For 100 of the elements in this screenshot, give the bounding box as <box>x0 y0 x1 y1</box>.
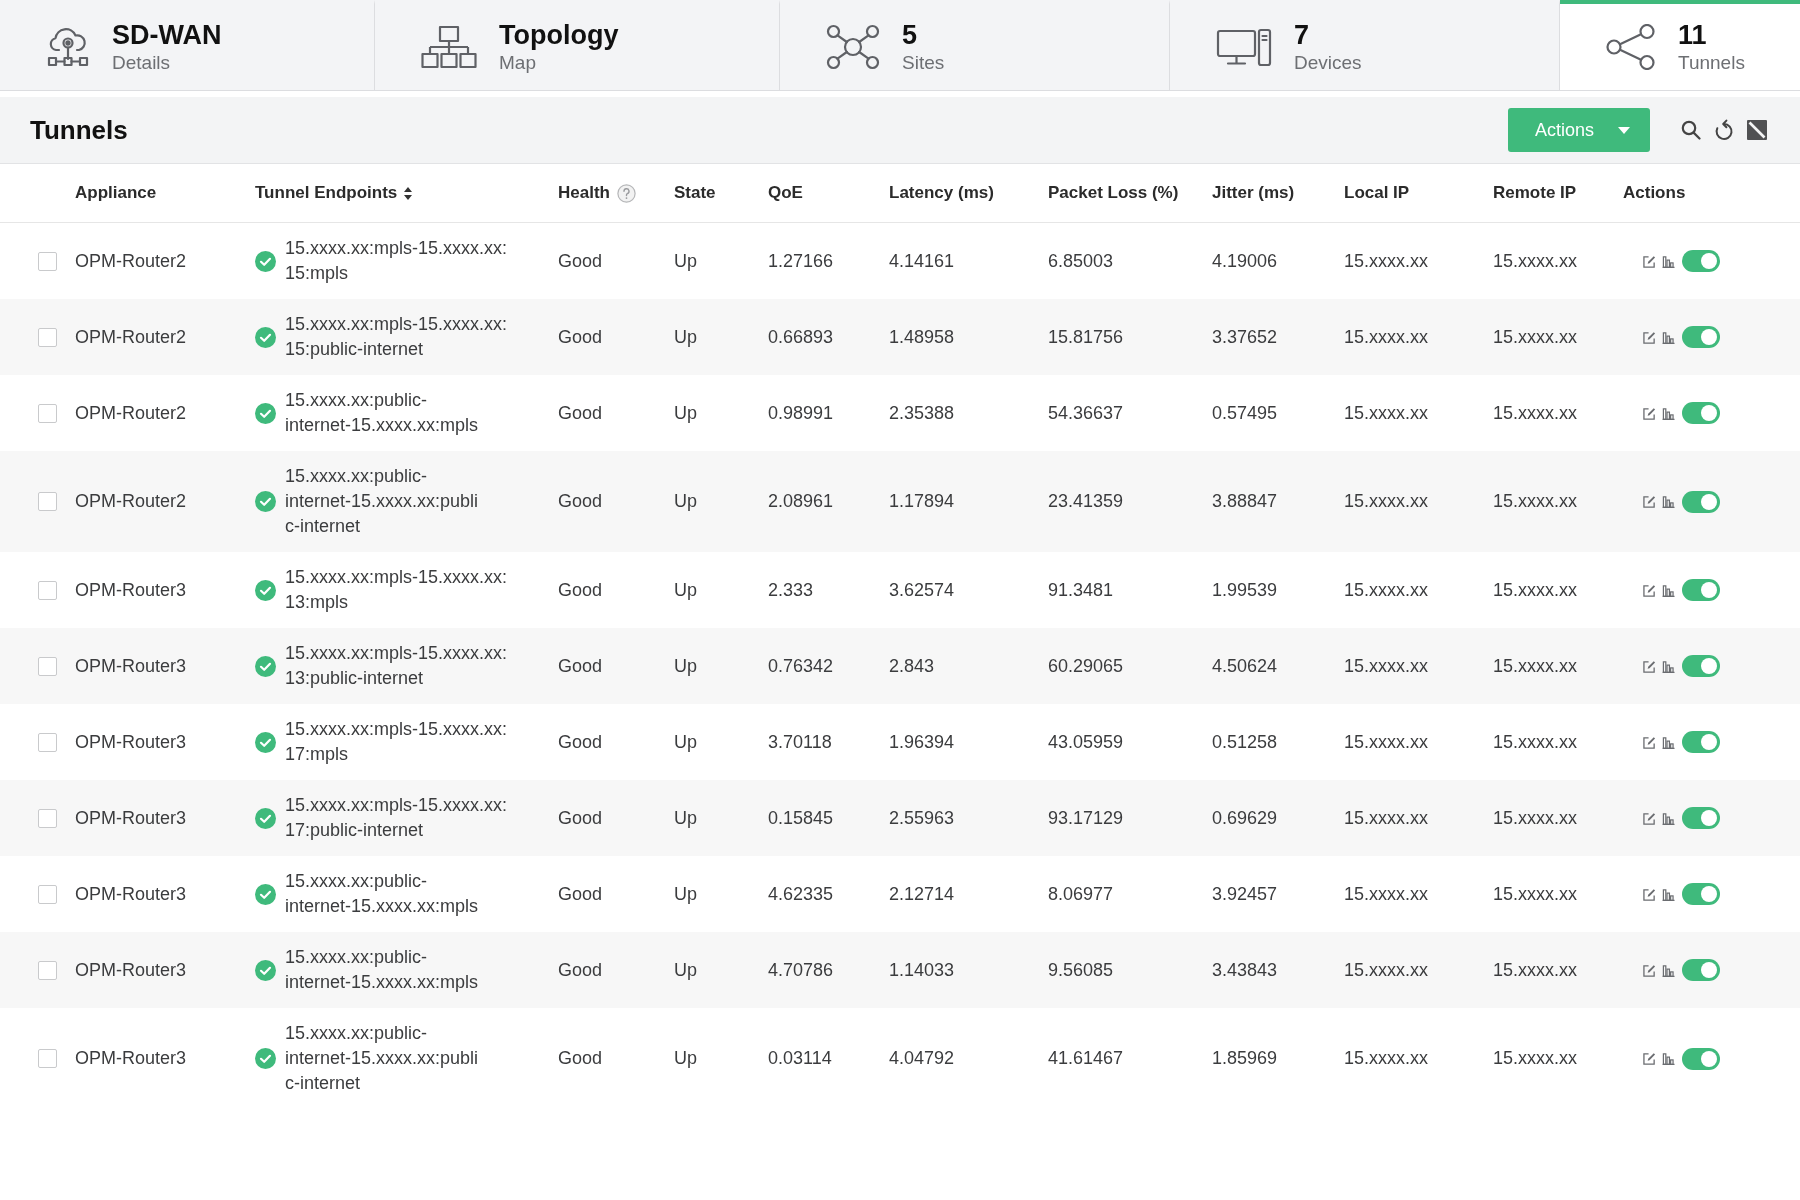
row-checkbox[interactable] <box>38 808 57 828</box>
table-cell-text: Good <box>558 882 604 906</box>
help-icon[interactable] <box>616 183 636 203</box>
bar-chart-icon[interactable] <box>1662 1052 1675 1065</box>
edit-icon[interactable] <box>1643 735 1656 749</box>
refresh-icon[interactable] <box>1714 119 1734 141</box>
computer-icon <box>1216 26 1272 68</box>
toggle-switch[interactable] <box>1682 731 1720 753</box>
edit-icon[interactable] <box>1643 963 1656 977</box>
row-checkbox[interactable] <box>38 732 57 752</box>
table-cell-text: 15.xxxx.xx:mpls-15.xxxx.xx: 17:mpls <box>285 718 508 766</box>
row-checkbox[interactable] <box>38 492 57 511</box>
table-cell-text: 2.35388 <box>889 401 956 425</box>
row-checkbox[interactable] <box>38 327 57 347</box>
table-cell-text: 0.66893 <box>768 325 835 349</box>
table-cell-text: 41.61467 <box>1048 1047 1125 1071</box>
bar-chart-icon[interactable] <box>1662 811 1675 825</box>
column-header: QoE <box>768 183 803 203</box>
toggle-switch[interactable] <box>1682 1047 1720 1070</box>
bar-chart-icon[interactable] <box>1662 735 1675 749</box>
table-cell-text: OPM-Router2 <box>75 249 188 273</box>
table-cell-text: Good <box>558 578 604 602</box>
edit-icon[interactable] <box>1643 495 1656 508</box>
row-checkbox[interactable] <box>38 960 57 980</box>
table-cell-text: 15.xxxx.xx <box>1493 958 1579 982</box>
row-checkbox[interactable] <box>38 656 57 676</box>
column-header: Packet Loss (%) <box>1048 183 1179 203</box>
edit-icon[interactable] <box>1643 811 1656 825</box>
edit-icon[interactable] <box>1643 254 1656 268</box>
column-header[interactable]: Tunnel Endpoints <box>255 183 398 203</box>
table-cell-text: 15.xxxx.xx:public- internet-15.xxxx.xx:publi c-internet <box>285 1022 479 1095</box>
row-checkbox[interactable] <box>38 251 57 271</box>
table-cell-text: 0.15845 <box>768 806 835 830</box>
table-cell-text: 2.12714 <box>889 882 956 906</box>
table-cell-text: Good <box>558 490 604 514</box>
edit-icon[interactable] <box>1643 583 1656 597</box>
toggle-switch[interactable] <box>1682 490 1720 513</box>
bar-chart-icon[interactable] <box>1662 330 1675 344</box>
table-cell-text: 15.xxxx.xx:mpls-15.xxxx.xx: 13:mpls <box>285 566 508 614</box>
square-slash-icon[interactable] <box>1747 120 1767 140</box>
table-cell-text: 15.xxxx.xx <box>1493 490 1579 514</box>
cloud-network-icon <box>46 26 90 68</box>
table-cell-text: Good <box>558 958 604 982</box>
table-cell-text: 0.76342 <box>768 654 835 678</box>
sort-icon[interactable] <box>404 186 413 200</box>
table-cell-text: 3.37652 <box>1212 325 1279 349</box>
table-cell-text: 15.xxxx.xx:public- internet-15.xxxx.xx:mpls <box>285 389 479 437</box>
toggle-switch[interactable] <box>1682 326 1720 348</box>
bar-chart-icon[interactable] <box>1662 887 1675 901</box>
row-checkbox[interactable] <box>38 403 57 423</box>
row-checkbox[interactable] <box>38 1049 57 1068</box>
table-cell-text: 4.04792 <box>889 1047 956 1071</box>
table-cell-text: 2.333 <box>768 578 815 602</box>
table-cell-text: 91.3481 <box>1048 578 1115 602</box>
table-cell-text: Good <box>558 730 604 754</box>
share-nodes-icon <box>1606 24 1656 70</box>
row-checkbox[interactable] <box>38 580 57 600</box>
table-cell-text: 0.57495 <box>1212 401 1279 425</box>
toggle-switch[interactable] <box>1682 655 1720 677</box>
toggle-switch[interactable] <box>1682 959 1720 981</box>
toggle-switch[interactable] <box>1682 579 1720 601</box>
edit-icon[interactable] <box>1643 1052 1656 1065</box>
table-cell-text: 1.48958 <box>889 325 956 349</box>
table-cell-text: 4.14161 <box>889 249 956 273</box>
table-cell-text: 2.55963 <box>889 806 956 830</box>
edit-icon[interactable] <box>1643 659 1656 673</box>
table-cell-text: 93.17129 <box>1048 806 1125 830</box>
bar-chart-icon[interactable] <box>1662 659 1675 673</box>
table-cell-text: 2.08961 <box>768 490 835 514</box>
table-cell-text: 1.85969 <box>1212 1047 1279 1071</box>
table-cell-text: Up <box>674 325 698 349</box>
toggle-switch[interactable] <box>1682 402 1720 424</box>
bar-chart-icon[interactable] <box>1662 495 1675 508</box>
edit-icon[interactable] <box>1643 330 1656 344</box>
table-cell-text: 43.05959 <box>1048 730 1125 754</box>
table-cell-text: Up <box>674 654 698 678</box>
table-cell-text: Up <box>674 730 698 754</box>
table-cell-text: 1.17894 <box>889 490 956 514</box>
column-header: Remote IP <box>1493 183 1577 203</box>
hub-nodes-icon <box>826 24 880 70</box>
toggle-switch[interactable] <box>1682 807 1720 829</box>
toggle-switch[interactable] <box>1682 883 1720 905</box>
edit-icon[interactable] <box>1643 406 1656 420</box>
check-circle-icon <box>255 1048 276 1069</box>
row-checkbox[interactable] <box>38 884 57 904</box>
bar-chart-icon[interactable] <box>1662 406 1675 420</box>
table-cell-text: Good <box>558 325 604 349</box>
nav-tab[interactable]: 11 Tunnels <box>1560 0 1800 90</box>
search-icon[interactable] <box>1681 120 1701 140</box>
toggle-switch[interactable] <box>1682 250 1720 272</box>
bar-chart-icon[interactable] <box>1662 583 1675 597</box>
column-header: Local IP <box>1344 183 1410 203</box>
check-circle-icon <box>255 807 276 829</box>
table-cell-text: OPM-Router3 <box>75 730 188 754</box>
table-cell-text: 15.xxxx.xx <box>1344 730 1430 754</box>
bar-chart-icon[interactable] <box>1662 963 1675 977</box>
table-cell-text: OPM-Router2 <box>75 401 188 425</box>
edit-icon[interactable] <box>1643 887 1656 901</box>
bar-chart-icon[interactable] <box>1662 254 1675 268</box>
column-header: Jitter (ms) <box>1212 183 1295 203</box>
